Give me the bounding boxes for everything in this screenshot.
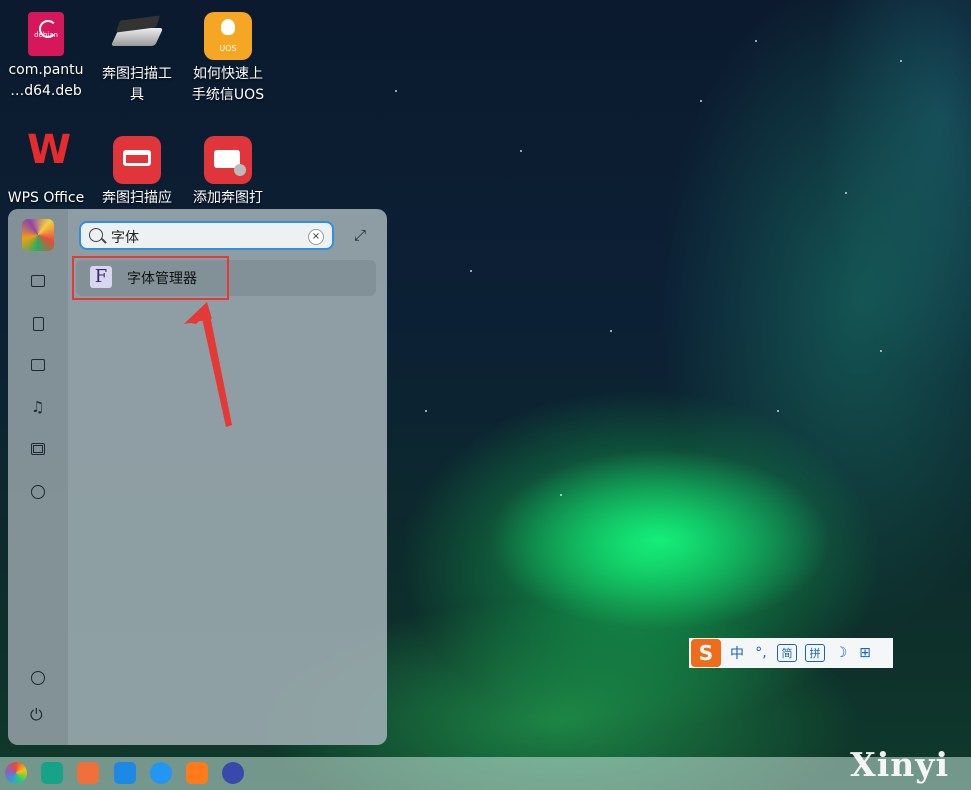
file-manager-icon[interactable] xyxy=(114,762,136,784)
multitask-view-icon[interactable] xyxy=(41,762,63,784)
input-method-toolbar: S 中 °, 简 拼 ☽ ⊞ xyxy=(689,638,893,668)
ime-menu-icon[interactable]: ⊞ xyxy=(857,645,873,661)
sogou-logo-icon[interactable]: S xyxy=(691,639,721,667)
annotation-arrow xyxy=(184,302,232,427)
app-store-icon[interactable] xyxy=(186,762,208,784)
control-center-icon[interactable] xyxy=(222,762,244,784)
ime-chinese-mode[interactable]: 中 xyxy=(729,643,745,663)
workspace-icon[interactable] xyxy=(77,762,99,784)
taskbar xyxy=(0,757,971,790)
browser-icon[interactable] xyxy=(150,762,172,784)
ime-pinyin-mode[interactable]: 拼 xyxy=(805,644,825,662)
ime-simplified-mode[interactable]: 简 xyxy=(777,644,797,662)
launcher-icon[interactable] xyxy=(5,762,27,784)
watermark: Xinyi xyxy=(850,745,949,784)
ime-punctuation-mode[interactable]: °, xyxy=(753,645,769,661)
ime-theme-icon[interactable]: ☽ xyxy=(833,645,849,661)
